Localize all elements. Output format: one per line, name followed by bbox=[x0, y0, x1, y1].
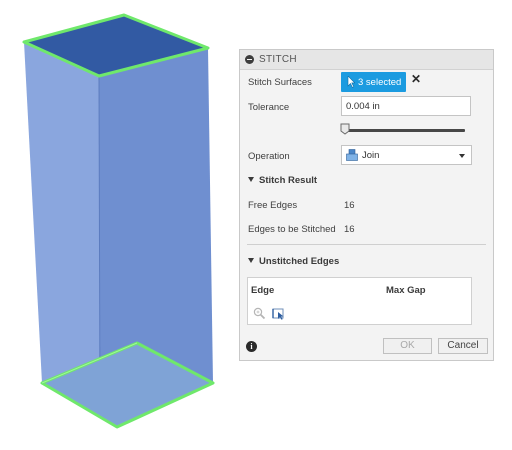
tolerance-input[interactable] bbox=[341, 96, 471, 116]
edges-to-stitch-value: 16 bbox=[344, 224, 355, 235]
unstitched-edges-table: Edge Max Gap bbox=[247, 277, 472, 325]
operation-label: Operation bbox=[248, 151, 290, 162]
dialog-header: STITCH bbox=[240, 50, 493, 70]
join-icon bbox=[346, 149, 358, 161]
operation-value: Join bbox=[362, 150, 380, 161]
select-edges-icon[interactable] bbox=[272, 307, 285, 320]
tolerance-label: Tolerance bbox=[248, 102, 290, 113]
stitch-result-section-toggle[interactable]: Stitch Result bbox=[248, 175, 317, 186]
section-collapse-icon bbox=[248, 258, 254, 263]
tolerance-slider-thumb[interactable] bbox=[340, 123, 350, 135]
dialog-title: STITCH bbox=[259, 54, 297, 65]
zoom-to-edge-icon[interactable] bbox=[253, 307, 266, 320]
selection-count: 3 selected bbox=[358, 77, 402, 88]
box-left-face[interactable] bbox=[24, 42, 100, 414]
info-icon[interactable]: i bbox=[246, 341, 257, 352]
stitch-dialog: STITCH Stitch Surfaces 3 selected ✕ Tole… bbox=[239, 49, 494, 361]
free-edges-label: Free Edges bbox=[248, 200, 298, 211]
unstitched-edges-heading: Unstitched Edges bbox=[259, 256, 340, 267]
clear-selection-icon[interactable]: ✕ bbox=[411, 72, 421, 86]
cursor-arrow-icon bbox=[347, 76, 355, 88]
collapse-icon[interactable] bbox=[245, 55, 254, 64]
chevron-down-icon bbox=[459, 154, 465, 158]
column-header-edge: Edge bbox=[251, 285, 275, 296]
unstitched-edges-section-toggle[interactable]: Unstitched Edges bbox=[248, 256, 339, 267]
operation-dropdown[interactable]: Join bbox=[341, 145, 472, 165]
edges-to-stitch-label: Edges to be Stitched bbox=[248, 224, 336, 235]
free-edges-value: 16 bbox=[344, 200, 355, 211]
tolerance-slider-track[interactable] bbox=[343, 129, 465, 132]
stitch-result-heading: Stitch Result bbox=[259, 175, 318, 186]
stitch-surfaces-label: Stitch Surfaces bbox=[248, 77, 312, 88]
section-collapse-icon bbox=[248, 177, 254, 182]
stitch-surfaces-selection-button[interactable]: 3 selected bbox=[341, 72, 406, 92]
section-divider bbox=[247, 244, 486, 245]
stitched-box-model[interactable] bbox=[0, 0, 236, 445]
ok-button[interactable]: OK bbox=[383, 338, 432, 354]
viewport-canvas[interactable] bbox=[0, 0, 236, 445]
column-header-max-gap: Max Gap bbox=[386, 285, 426, 296]
cancel-button[interactable]: Cancel bbox=[438, 338, 488, 354]
